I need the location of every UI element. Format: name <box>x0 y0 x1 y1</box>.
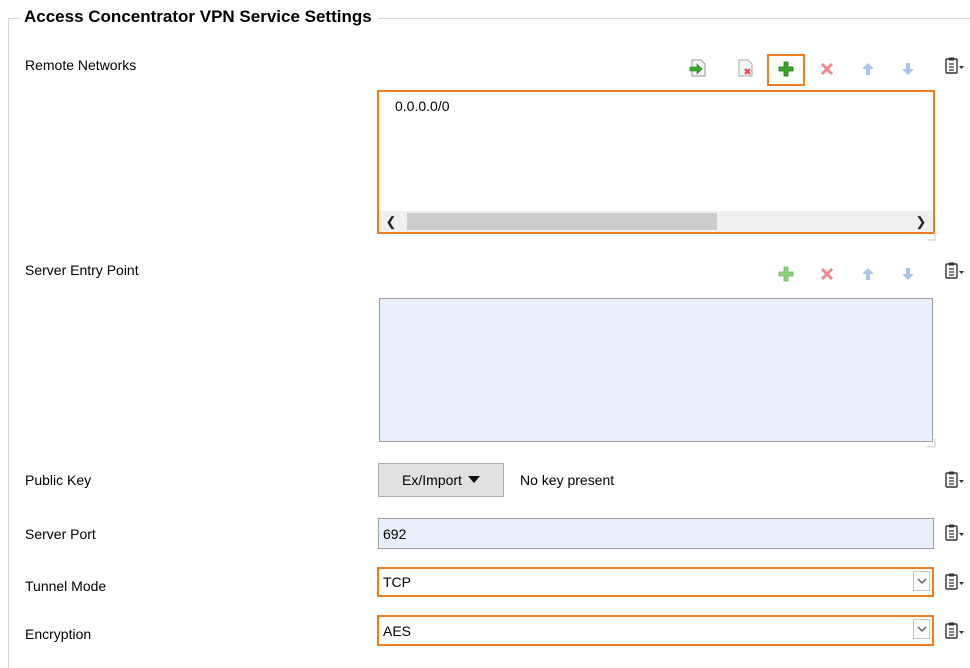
tunnel-mode-label: Tunnel Mode <box>25 578 107 594</box>
tunnel-mode-select[interactable]: TCP <box>377 567 934 597</box>
server-port-field[interactable]: 692 <box>378 518 934 549</box>
encryption-value: AES <box>383 622 412 639</box>
clipboard-menu-icon[interactable] <box>944 571 966 593</box>
encryption-label: Encryption <box>25 626 92 642</box>
clipboard-menu-icon[interactable] <box>944 620 966 642</box>
resize-grip-icon[interactable] <box>926 438 936 448</box>
delete-icon[interactable] <box>817 59 837 79</box>
remote-networks-highlight <box>377 90 935 234</box>
clear-list-icon[interactable] <box>735 58 755 78</box>
tunnel-mode-value: TCP <box>383 574 411 590</box>
public-key-label: Public Key <box>25 472 92 488</box>
server-entry-point-list[interactable] <box>379 298 933 442</box>
add-icon[interactable] <box>776 264 796 284</box>
ex-import-button-label: Ex/Import <box>402 472 462 488</box>
import-icon[interactable] <box>688 58 708 78</box>
clipboard-menu-icon[interactable] <box>944 469 966 491</box>
server-port-label: Server Port <box>25 526 96 542</box>
server-entry-point-label: Server Entry Point <box>25 262 139 278</box>
remote-networks-label: Remote Networks <box>25 57 137 73</box>
chevron-down-icon[interactable] <box>913 619 930 639</box>
public-key-status: No key present <box>520 472 615 488</box>
encryption-select[interactable]: AES <box>377 615 934 646</box>
move-down-icon[interactable] <box>898 59 918 79</box>
add-icon[interactable] <box>776 59 796 79</box>
move-up-icon[interactable] <box>858 264 878 284</box>
delete-icon[interactable] <box>817 264 837 284</box>
dropdown-arrow-icon <box>467 476 480 483</box>
ex-import-button[interactable]: Ex/Import <box>378 463 504 497</box>
move-up-icon[interactable] <box>858 59 878 79</box>
clipboard-menu-icon[interactable] <box>944 55 966 77</box>
resize-grip-icon[interactable] <box>926 231 936 241</box>
chevron-down-icon[interactable] <box>913 571 930 591</box>
section-title: Access Concentrator VPN Service Settings <box>20 7 378 27</box>
clipboard-menu-icon[interactable] <box>944 260 966 282</box>
move-down-icon[interactable] <box>898 264 918 284</box>
clipboard-menu-icon[interactable] <box>944 522 966 544</box>
